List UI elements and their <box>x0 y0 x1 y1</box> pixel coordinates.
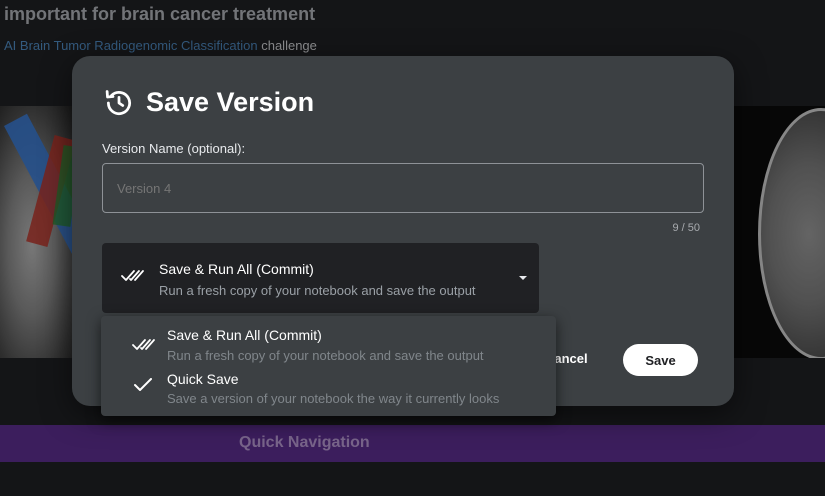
char-count: 9 / 50 <box>672 222 700 234</box>
menu-item-quick-save[interactable]: Quick Save Save a version of your notebo… <box>101 360 556 406</box>
save-type-select[interactable]: Save & Run All (Commit) Run a fresh copy… <box>102 243 539 313</box>
selected-option-title: Save & Run All (Commit) <box>159 261 314 277</box>
dialog-title: Save Version <box>104 87 314 118</box>
check-icon <box>134 378 152 397</box>
history-icon <box>104 88 134 118</box>
menu-item-description: Save a version of your notebook the way … <box>167 391 500 406</box>
save-type-menu: Save & Run All (Commit) Run a fresh copy… <box>101 316 556 416</box>
save-button[interactable]: Save <box>623 344 698 376</box>
version-name-label: Version Name (optional): <box>102 141 246 156</box>
double-check-icon <box>132 336 156 357</box>
dialog-title-text: Save Version <box>146 87 315 117</box>
menu-item-title: Save & Run All (Commit) <box>167 327 322 343</box>
version-name-input[interactable] <box>102 163 704 213</box>
menu-item-save-run-all[interactable]: Save & Run All (Commit) Run a fresh copy… <box>101 316 556 363</box>
menu-item-title: Quick Save <box>167 371 239 387</box>
chevron-down-icon <box>519 276 527 280</box>
selected-option-description: Run a fresh copy of your notebook and sa… <box>159 283 476 298</box>
double-check-icon <box>121 267 145 288</box>
